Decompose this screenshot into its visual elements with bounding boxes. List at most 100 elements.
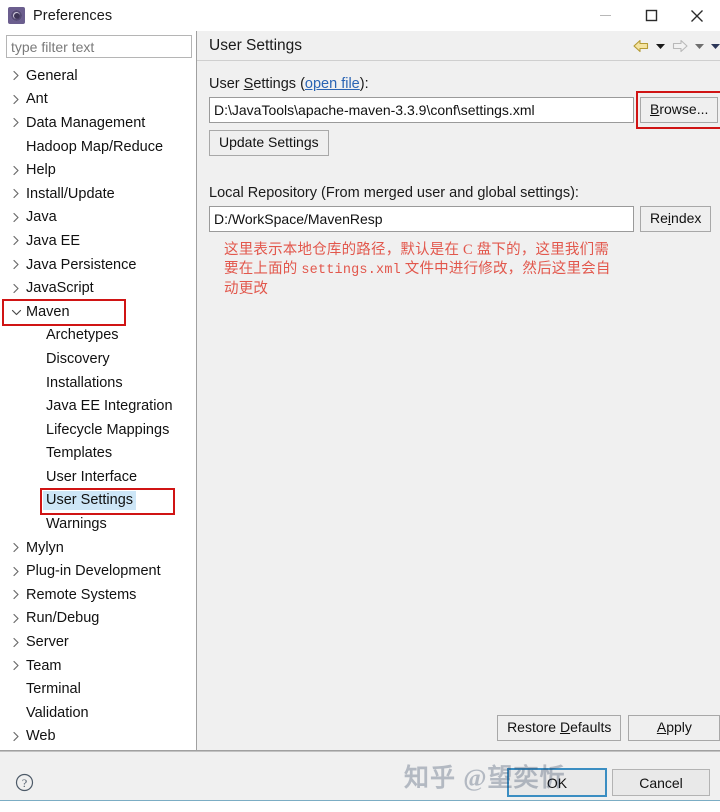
local-repository-section: Local Repository (From merged user and g…: [209, 185, 718, 232]
tree-item-web[interactable]: Web: [0, 725, 196, 749]
user-settings-label-suffix: ):: [359, 76, 369, 92]
tree-item-label: Run/Debug: [26, 610, 100, 627]
tree-item-templates[interactable]: Templates: [0, 442, 196, 466]
reindex-rest: ndex: [671, 210, 702, 226]
minimize-button[interactable]: [582, 0, 628, 31]
tree-item-remote-systems[interactable]: Remote Systems: [0, 583, 196, 607]
browse-button[interactable]: Browse...: [640, 97, 719, 123]
restore-defaults-button[interactable]: Restore Defaults: [497, 715, 622, 741]
tree-item-maven[interactable]: Maven: [0, 300, 196, 324]
tree-item-label: Help: [26, 162, 56, 179]
back-history-button[interactable]: [654, 36, 667, 56]
chevron-right-icon-wrap[interactable]: [6, 283, 26, 294]
chevron-right-icon-wrap[interactable]: [6, 117, 26, 128]
update-settings-button[interactable]: Update Settings: [209, 130, 329, 156]
page-nav-icons: [631, 36, 720, 56]
tree-item-label: Installations: [46, 374, 123, 391]
reindex-pre: Re: [650, 210, 668, 226]
chevron-right-icon-wrap[interactable]: [6, 165, 26, 176]
chevron-right-icon-wrap[interactable]: [6, 259, 26, 270]
open-file-link[interactable]: open file: [305, 76, 360, 92]
caret-down-icon: [711, 43, 720, 49]
reindex-button[interactable]: Reindex: [640, 206, 712, 232]
maximize-button[interactable]: [628, 0, 674, 31]
tree-item-java-ee[interactable]: Java EE: [0, 229, 196, 253]
chevron-down-icon-wrap[interactable]: [6, 308, 26, 316]
tree-item-label: Java Persistence: [26, 256, 137, 273]
tree-item-java-ee-integration[interactable]: Java EE Integration: [0, 394, 196, 418]
tree-item-plug-in-development[interactable]: Plug-in Development: [0, 559, 196, 583]
chevron-right-icon-wrap[interactable]: [6, 566, 26, 577]
tree-item-terminal[interactable]: Terminal: [0, 677, 196, 701]
tree-item-lifecycle-mappings[interactable]: Lifecycle Mappings: [0, 418, 196, 442]
chevron-right-icon-wrap[interactable]: [6, 235, 26, 246]
tree-item-label: Ant: [26, 91, 48, 108]
chevron-right-icon-wrap[interactable]: [6, 637, 26, 648]
chevron-right-icon: [13, 118, 19, 128]
tree-item-install-update[interactable]: Install/Update: [0, 182, 196, 206]
tree-item-data-management[interactable]: Data Management: [0, 111, 196, 135]
preferences-tree[interactable]: General Ant Data Management Hadoop Map/Redu…: [0, 61, 196, 750]
chevron-right-icon: [13, 212, 19, 222]
chevron-right-icon: [13, 165, 19, 175]
local-repository-path-input[interactable]: [209, 206, 634, 232]
chevron-right-icon: [13, 259, 19, 270]
view-menu-button[interactable]: [709, 36, 720, 56]
chevron-right-icon-wrap[interactable]: [6, 660, 26, 671]
tree-item-user-settings[interactable]: User Settings: [0, 489, 196, 513]
chevron-right-icon-wrap[interactable]: [6, 542, 26, 553]
chevron-right-icon-wrap[interactable]: [6, 70, 26, 81]
forward-button[interactable]: [670, 36, 690, 56]
apply-button[interactable]: Apply: [628, 715, 720, 741]
restore-rest: efaults: [570, 719, 612, 735]
preferences-dialog: Preferences type filter text General Ant…: [0, 0, 720, 812]
chevron-right-icon-wrap[interactable]: [6, 589, 26, 600]
tree-item-warnings[interactable]: Warnings: [0, 512, 196, 536]
tree-item-hadoop-map-reduce[interactable]: Hadoop Map/Reduce: [0, 135, 196, 159]
tree-item-server[interactable]: Server: [0, 630, 196, 654]
tree-item-web-services[interactable]: Web Services: [0, 748, 196, 750]
dialog-footer: ? OK Cancel: [0, 751, 720, 812]
user-settings-path-input[interactable]: [209, 97, 634, 123]
tree-item-javascript[interactable]: JavaScript: [0, 276, 196, 300]
tree-item-label: Templates: [46, 445, 113, 462]
user-settings-path-row: Browse...: [209, 91, 720, 129]
back-arrow-icon: [633, 39, 649, 52]
tree-item-discovery[interactable]: Discovery: [0, 347, 196, 371]
tree-item-validation[interactable]: Validation: [0, 701, 196, 725]
cancel-button[interactable]: Cancel: [612, 768, 710, 796]
tree-item-label: User Interface: [46, 468, 138, 485]
browse-button-wrapper: Browse...: [636, 91, 720, 129]
tree-item-label: Validation: [26, 704, 89, 721]
tree-item-label: Mylyn: [26, 539, 64, 556]
tree-item-run-debug[interactable]: Run/Debug: [0, 607, 196, 631]
tree-item-user-interface[interactable]: User Interface: [0, 465, 196, 489]
back-button[interactable]: [631, 36, 651, 56]
user-settings-label-rest: ettings (: [253, 76, 305, 92]
chevron-right-icon-wrap[interactable]: [6, 613, 26, 624]
tree-item-label: Web: [26, 728, 56, 745]
tree-item-label: JavaScript: [26, 280, 94, 297]
chevron-right-icon-wrap[interactable]: [6, 731, 26, 742]
chevron-right-icon-wrap[interactable]: [6, 188, 26, 199]
tree-item-java-persistence[interactable]: Java Persistence: [0, 253, 196, 277]
filter-input[interactable]: [6, 35, 192, 58]
tree-item-help[interactable]: Help: [0, 158, 196, 182]
tree-item-java[interactable]: Java: [0, 206, 196, 230]
help-button[interactable]: ?: [14, 772, 34, 792]
chevron-right-icon-wrap[interactable]: [6, 94, 26, 105]
tree-item-team[interactable]: Team: [0, 654, 196, 678]
ok-button[interactable]: OK: [507, 767, 607, 797]
tree-item-mylyn[interactable]: Mylyn: [0, 536, 196, 560]
forward-history-button[interactable]: [693, 36, 706, 56]
title-bar-left: Preferences: [0, 7, 112, 24]
chevron-right-icon: [13, 543, 19, 553]
tree-item-ant[interactable]: Ant: [0, 88, 196, 112]
chevron-right-icon: [13, 637, 19, 647]
tree-item-installations[interactable]: Installations: [0, 371, 196, 395]
tree-item-archetypes[interactable]: Archetypes: [0, 324, 196, 348]
close-button[interactable]: [674, 0, 720, 31]
chevron-right-icon-wrap[interactable]: [6, 212, 26, 223]
tree-item-general[interactable]: General: [0, 64, 196, 88]
forward-arrow-icon: [673, 39, 688, 52]
